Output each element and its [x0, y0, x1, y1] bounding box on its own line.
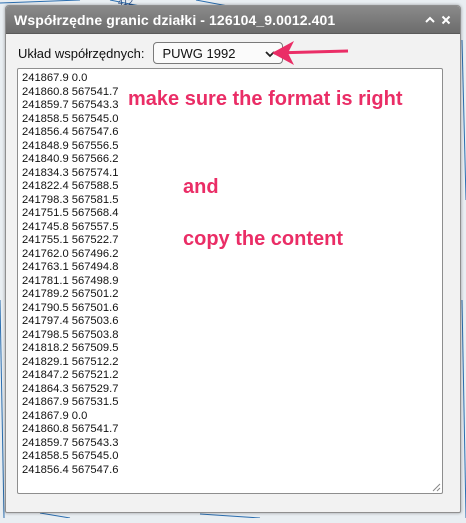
dialog-title: Współrzędne granic działki - 126104_9.00… [14, 11, 336, 28]
coordinate-line: 241781.1 567498.9 [22, 274, 119, 287]
coordinate-system-select[interactable]: PUWG 1992 [153, 42, 284, 64]
coordinate-line: 241798.5 567503.8 [22, 328, 119, 341]
coordinate-line: 241867.9 0.0 [22, 409, 88, 422]
coordinate-line: 241829.1 567512.2 [22, 355, 119, 368]
coordinate-line: 241864.3 567529.7 [22, 382, 119, 395]
coordinates-list: 241867.9 0.0 241860.8 567541.7 241859.7 56… [18, 69, 442, 477]
coordinate-line: 241790.5 567501.6 [22, 301, 119, 314]
coordinate-line: 241840.9 567566.2 [22, 153, 119, 165]
coordinate-line: 241847.2 567521.2 [22, 369, 119, 381]
coordinate-system-label: Układ współrzędnych: [18, 45, 145, 61]
coordinate-line: 241798.3 567581.5 [22, 193, 119, 206]
coordinate-system-value: PUWG 1992 [162, 45, 236, 61]
coordinate-system-row: Układ współrzędnych: PUWG 1992 [18, 42, 284, 64]
annotation-format-note: make sure the format is right [128, 88, 403, 110]
chevron-up-icon[interactable] [424, 14, 436, 26]
coordinate-line: 241848.9 567556.5 [22, 139, 119, 152]
close-icon[interactable] [440, 14, 452, 26]
coordinate-line: 241860.8 567541.7 [22, 423, 119, 435]
coordinate-line: 241763.1 567494.8 [22, 261, 119, 273]
coordinate-line: 241858.5 567545.0 [22, 450, 119, 462]
resize-handle-icon[interactable] [431, 482, 441, 492]
coordinate-line: 241797.4 567503.6 [22, 315, 119, 327]
coordinate-line: 241856.4 567547.6 [22, 463, 119, 476]
coordinates-dialog: Współrzędne granic działki - 126104_9.00… [5, 5, 461, 513]
arrow-left-icon [272, 41, 349, 65]
coordinate-line: 241818.2 567509.5 [22, 342, 119, 354]
coordinate-line: 241858.5 567545.0 [22, 112, 119, 125]
coordinate-line: 241751.5 567568.4 [22, 207, 119, 219]
coordinate-line: 241867.9 0.0 [22, 72, 88, 84]
annotation-and: and [183, 176, 219, 198]
coordinate-line: 241834.3 567574.1 [22, 166, 119, 179]
coordinate-line: 241867.9 567531.5 [22, 396, 119, 408]
coordinate-line: 241856.4 567547.6 [22, 126, 119, 138]
coordinate-line: 241789.2 567501.2 [22, 288, 119, 300]
coordinates-textarea[interactable]: 241867.9 0.0 241860.8 567541.7 241859.7 56… [17, 68, 443, 494]
dialog-titlebar[interactable]: Współrzędne granic działki - 126104_9.00… [6, 6, 460, 34]
coordinate-line: 241822.4 567588.5 [22, 180, 119, 192]
coordinate-line: 241859.7 567543.3 [22, 436, 119, 449]
annotation-copy-note: copy the content [183, 228, 344, 250]
